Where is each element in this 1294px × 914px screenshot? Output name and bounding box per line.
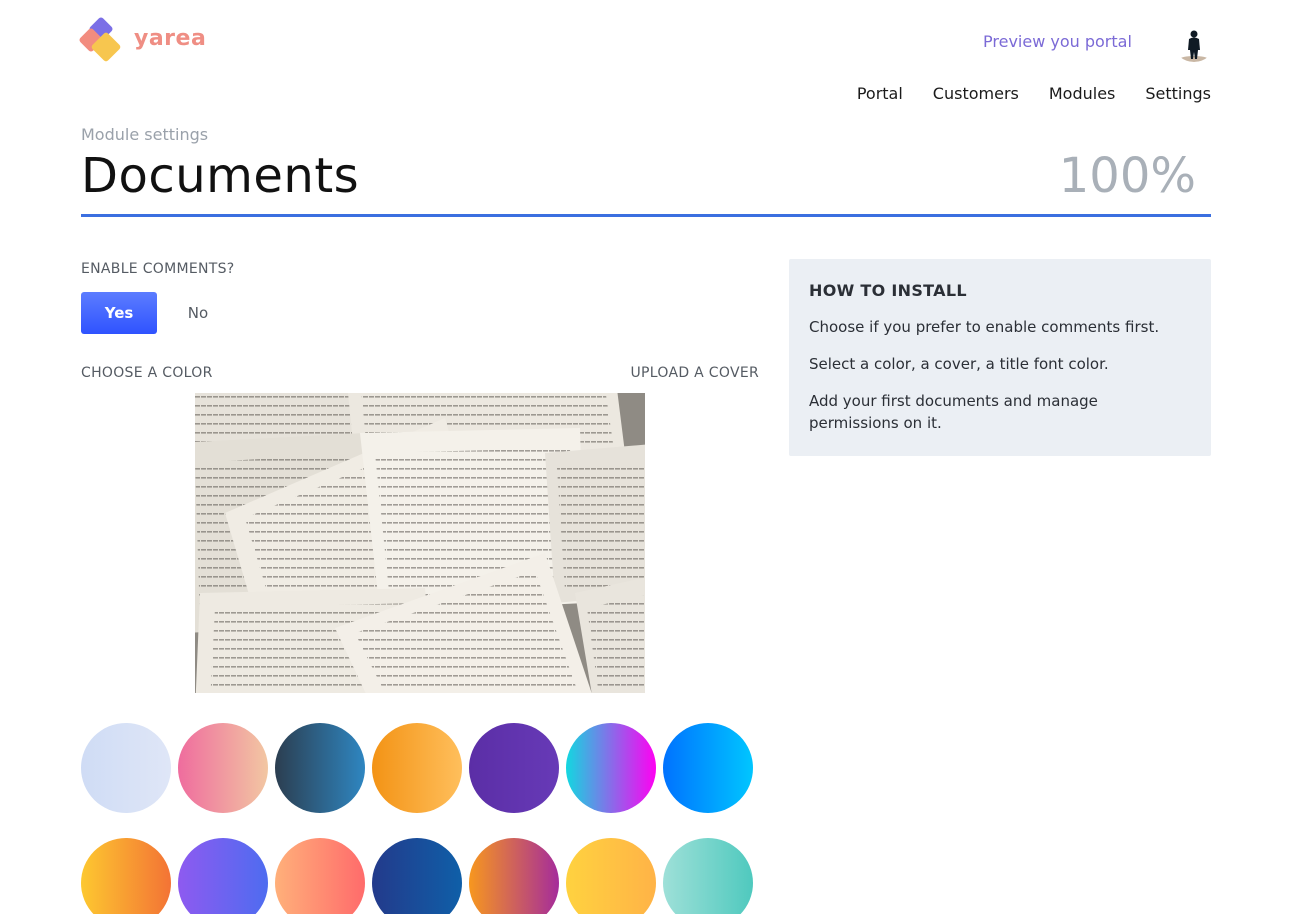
color-swatch[interactable] bbox=[178, 723, 268, 813]
preview-portal-link[interactable]: Preview you portal bbox=[983, 32, 1132, 51]
color-swatch[interactable] bbox=[372, 723, 462, 813]
comments-no-button[interactable]: No bbox=[172, 292, 224, 334]
nav-customers[interactable]: Customers bbox=[933, 84, 1019, 103]
avatar[interactable] bbox=[1174, 26, 1214, 62]
color-swatch[interactable] bbox=[566, 723, 656, 813]
color-swatch[interactable] bbox=[469, 723, 559, 813]
choose-color-label: CHOOSE A COLOR bbox=[81, 365, 213, 381]
enable-comments-label: ENABLE COMMENTS? bbox=[81, 261, 235, 277]
progress-bar bbox=[81, 214, 1211, 217]
color-swatch-grid bbox=[81, 723, 753, 914]
user-silhouette-icon bbox=[1180, 30, 1208, 62]
page-title: Documents bbox=[81, 148, 360, 204]
color-swatch[interactable] bbox=[566, 838, 656, 914]
nav-settings[interactable]: Settings bbox=[1145, 84, 1211, 103]
color-swatch[interactable] bbox=[663, 723, 753, 813]
upload-cover-link[interactable]: UPLOAD A COVER bbox=[631, 365, 760, 381]
color-swatch[interactable] bbox=[275, 723, 365, 813]
color-swatch[interactable] bbox=[372, 838, 462, 914]
install-help-panel: HOW TO INSTALL Choose if you prefer to e… bbox=[789, 259, 1211, 456]
install-step: Choose if you prefer to enable comments … bbox=[809, 318, 1160, 336]
comments-yes-button[interactable]: Yes bbox=[81, 292, 157, 334]
install-title: HOW TO INSTALL bbox=[809, 281, 967, 300]
install-step: Add your first documents and manage perm… bbox=[809, 392, 1098, 432]
brand-logo[interactable]: yarea bbox=[78, 16, 207, 64]
nav-portal[interactable]: Portal bbox=[857, 84, 903, 103]
color-swatch[interactable] bbox=[275, 838, 365, 914]
nav-modules[interactable]: Modules bbox=[1049, 84, 1116, 103]
completion-percentage: 100% bbox=[1058, 148, 1196, 204]
color-swatch[interactable] bbox=[81, 838, 171, 914]
book-pages-image bbox=[195, 393, 645, 693]
cover-image bbox=[195, 393, 645, 693]
color-swatch[interactable] bbox=[663, 838, 753, 914]
color-swatch[interactable] bbox=[469, 838, 559, 914]
breadcrumb: Module settings bbox=[81, 125, 209, 144]
color-swatch[interactable] bbox=[178, 838, 268, 914]
install-step: Select a color, a cover, a title font co… bbox=[809, 355, 1109, 373]
color-swatch[interactable] bbox=[81, 723, 171, 813]
brand-name: yarea bbox=[134, 25, 207, 51]
yarea-logo-icon bbox=[78, 16, 126, 64]
main-nav: Portal Customers Modules Settings bbox=[857, 84, 1211, 103]
